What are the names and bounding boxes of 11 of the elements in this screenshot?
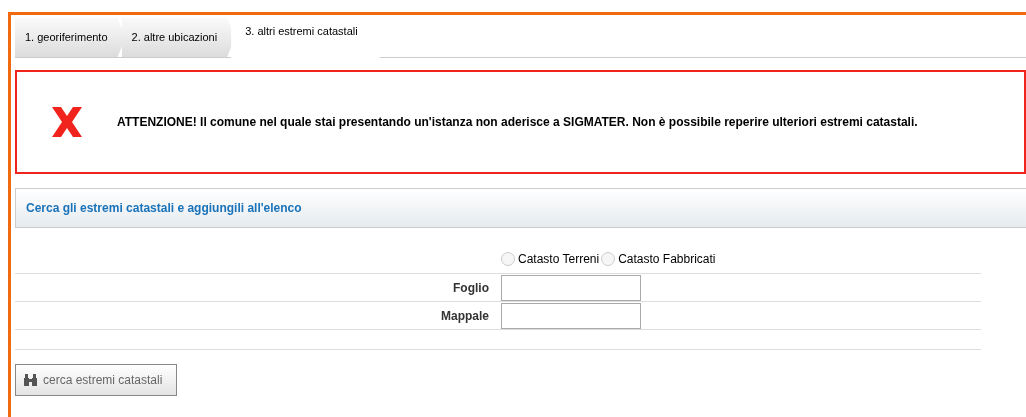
field-label: Mappale (441, 308, 489, 323)
radio-option[interactable]: Catasto Fabbricati (601, 249, 718, 268)
error-x-icon (50, 107, 84, 137)
warning-message: ATTENZIONE! Il comune nel quale stai presentando un'istanza non aderisce a SIGMATER. Non è possibile reperire ulteriori estremi catastali. (117, 114, 918, 130)
section-header: Cerca gli estremi catastali e aggiungili all'elenco (15, 188, 1026, 228)
search-button[interactable]: cerca estremi catastali (15, 364, 178, 396)
input-field[interactable] (501, 302, 641, 329)
radio-option[interactable]: Catasto Terreni (501, 249, 602, 268)
input-field[interactable] (501, 274, 641, 301)
field-label: Foglio (453, 280, 489, 295)
binoculars-icon (24, 374, 37, 386)
